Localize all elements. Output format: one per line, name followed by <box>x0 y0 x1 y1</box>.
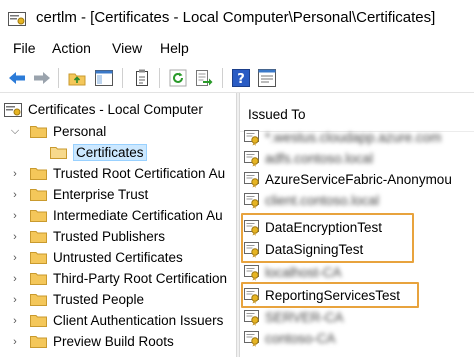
certificate-console-icon <box>8 11 26 27</box>
issued-to-text: *.westus.cloudapp.azure.com <box>265 130 442 145</box>
tree-item-third-party-root[interactable]: › Third-Party Root Certification <box>8 268 227 289</box>
copy-icon[interactable] <box>131 67 153 89</box>
tree-item-untrusted[interactable]: › Untrusted Certificates <box>8 247 183 268</box>
certificate-icon <box>244 330 261 347</box>
tree-item-label: Trusted Root Certification Au <box>53 166 226 181</box>
console-tree: Certificates - Local Computer ⌵ Personal… <box>0 93 236 357</box>
folder-icon <box>30 125 47 138</box>
list-item[interactable]: AzureServiceFabric-Anonymou <box>244 169 452 190</box>
certificate-store-icon <box>4 102 22 118</box>
tree-item-label: Personal <box>53 124 107 139</box>
tree-item-label: Certificates <box>73 144 147 161</box>
menu-bar: File Action View Help <box>0 38 474 60</box>
tree-item-trusted-people[interactable]: › Trusted People <box>8 289 144 310</box>
column-header-issued-to[interactable]: Issued To <box>248 107 306 122</box>
list-item[interactable]: *.westus.cloudapp.azure.com <box>244 127 441 148</box>
up-folder-icon[interactable] <box>66 67 88 89</box>
chevron-right-icon[interactable]: › <box>8 272 22 286</box>
tree-item-label: Untrusted Certificates <box>53 250 183 265</box>
toolbar: ? <box>0 62 474 93</box>
issued-to-text: client.contoso.local <box>265 193 380 208</box>
tree-item-label: Intermediate Certification Au <box>53 208 223 223</box>
folder-icon <box>30 314 47 327</box>
chevron-right-icon[interactable]: › <box>8 167 22 181</box>
menu-help[interactable]: Help <box>160 40 189 56</box>
folder-icon <box>30 167 47 180</box>
forward-arrow-icon[interactable] <box>31 67 53 89</box>
issued-to-text: SERVER-CA <box>265 310 344 325</box>
list-item[interactable]: SERVER-CA <box>244 307 344 328</box>
menu-action[interactable]: Action <box>52 40 91 56</box>
tree-item-label: Enterprise Trust <box>53 187 149 202</box>
folder-icon <box>30 251 47 264</box>
help-icon[interactable]: ? <box>230 67 252 89</box>
highlight-box <box>241 282 419 308</box>
tree-item-label: Client Authentication Issuers <box>53 313 224 328</box>
folder-icon <box>30 335 47 348</box>
tree-item-label: Preview Build Roots <box>53 334 174 349</box>
title-bar: certlm - [Certificates - Local Computer\… <box>0 0 474 38</box>
tree-root-label: Certificates - Local Computer <box>28 102 203 117</box>
folder-icon <box>30 188 47 201</box>
chevron-right-icon[interactable]: › <box>8 314 22 328</box>
chevron-right-icon[interactable]: › <box>8 188 22 202</box>
back-arrow-icon[interactable] <box>6 67 28 89</box>
tree-item-personal[interactable]: ⌵ Personal <box>8 121 106 142</box>
chevron-right-icon[interactable]: › <box>8 251 22 265</box>
issued-to-text: localhost-CA <box>265 265 342 280</box>
issued-to-text: AzureServiceFabric-Anonymou <box>265 172 452 187</box>
chevron-right-icon[interactable]: › <box>8 230 22 244</box>
properties-icon[interactable] <box>256 67 278 89</box>
chevron-right-icon[interactable]: › <box>8 293 22 307</box>
menu-file[interactable]: File <box>13 40 36 56</box>
export-list-icon[interactable] <box>193 67 215 89</box>
folder-icon <box>50 146 67 159</box>
chevron-right-icon[interactable]: › <box>8 209 22 223</box>
certificate-icon <box>244 264 261 281</box>
chevron-right-icon[interactable]: › <box>8 335 22 349</box>
folder-icon <box>30 230 47 243</box>
certificate-icon <box>244 192 261 209</box>
tree-item-enterprise-trust[interactable]: › Enterprise Trust <box>8 184 148 205</box>
list-item[interactable]: contoso-CA <box>244 328 336 349</box>
list-item[interactable]: adfs.contoso.local <box>244 148 373 169</box>
toolbar-separator <box>159 68 160 88</box>
toolbar-separator <box>222 68 223 88</box>
tree-item-client-auth-issuers[interactable]: › Client Authentication Issuers <box>8 310 223 331</box>
issued-to-text: contoso-CA <box>265 331 336 346</box>
tree-item-label: Trusted People <box>53 292 145 307</box>
list-item[interactable]: localhost-CA <box>244 262 342 283</box>
issued-to-text: adfs.contoso.local <box>265 151 374 166</box>
certificate-icon <box>244 129 261 146</box>
list-item[interactable]: client.contoso.local <box>244 190 379 211</box>
show-hide-tree-icon[interactable] <box>93 67 115 89</box>
svg-text:?: ? <box>237 72 245 87</box>
window-title: certlm - [Certificates - Local Computer\… <box>36 9 436 26</box>
chevron-down-icon[interactable]: ⌵ <box>8 125 22 139</box>
tree-item-intermediate[interactable]: › Intermediate Certification Au <box>8 205 223 226</box>
certificate-icon <box>244 171 261 188</box>
tree-item-trusted-root[interactable]: › Trusted Root Certification Au <box>8 163 225 184</box>
certificate-list: Issued To *.westus.cloudapp.azure.com ad… <box>240 93 474 357</box>
folder-icon <box>30 293 47 306</box>
certificate-icon <box>244 150 261 167</box>
menu-view[interactable]: View <box>112 40 142 56</box>
toolbar-separator <box>58 68 59 88</box>
tree-item-label: Third-Party Root Certification <box>53 271 228 286</box>
highlight-box <box>241 213 414 263</box>
tree-item-preview-build-roots[interactable]: › Preview Build Roots <box>8 331 174 352</box>
folder-icon <box>30 272 47 285</box>
toolbar-separator <box>122 68 123 88</box>
certificate-icon <box>244 309 261 326</box>
tree-item-certificates[interactable]: Certificates <box>50 142 147 163</box>
tree-item-trusted-publishers[interactable]: › Trusted Publishers <box>8 226 165 247</box>
folder-icon <box>30 209 47 222</box>
tree-item-label: Trusted Publishers <box>53 229 166 244</box>
refresh-icon[interactable] <box>167 67 189 89</box>
tree-root[interactable]: Certificates - Local Computer <box>4 99 203 120</box>
